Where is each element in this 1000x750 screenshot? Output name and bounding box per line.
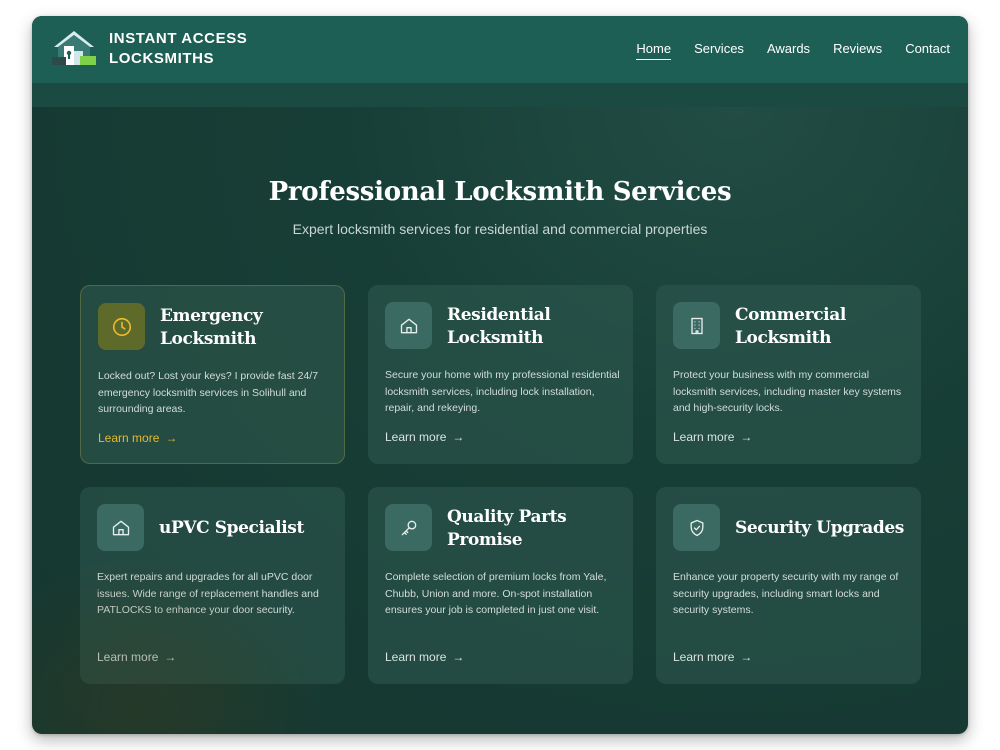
card-description: Locked out? Lost your keys? I provide fa… (98, 370, 319, 415)
card-icon-box (98, 303, 145, 350)
card-title: Commercial Locksmith (735, 305, 846, 348)
learn-more-link[interactable]: Learn more → (385, 649, 464, 665)
card-description: Secure your home with my professional re… (385, 369, 620, 414)
arrow-right-icon: → (740, 430, 753, 444)
card-description: Expert repairs and upgrades for all uPVC… (97, 571, 319, 616)
card-icon-box (673, 504, 720, 551)
card-icon-box (385, 302, 432, 349)
key-icon (401, 520, 416, 535)
card-icon-box (385, 504, 432, 551)
card-title: Security Upgrades (735, 518, 904, 538)
arrow-right-icon: → (164, 650, 177, 664)
building-icon (690, 317, 703, 334)
browser-viewport: INSTANT ACCESS LOCKSMITHS Home Services … (32, 16, 968, 734)
main-nav: Home Services Awards Reviews Contact (636, 40, 950, 60)
learn-more-link[interactable]: Learn more → (673, 429, 752, 445)
card-icon-box (97, 504, 144, 551)
page-title: Professional Locksmith Services (268, 177, 732, 207)
learn-more-label: Learn more (385, 430, 447, 444)
nav-contact[interactable]: Contact (905, 40, 950, 60)
brand-name-line1: INSTANT ACCESS (109, 30, 248, 47)
learn-more-label: Learn more (97, 650, 159, 664)
service-card-commercial[interactable]: Commercial Locksmith Protect your busine… (656, 285, 921, 464)
card-icon-box (673, 302, 720, 349)
learn-more-link[interactable]: Learn more → (673, 649, 752, 665)
learn-more-link[interactable]: Learn more → (98, 430, 177, 446)
top-navbar: INSTANT ACCESS LOCKSMITHS Home Services … (32, 16, 968, 83)
service-card-residential[interactable]: Residential Locksmith Secure your home w… (368, 285, 633, 464)
clock-icon (112, 317, 131, 336)
arrow-right-icon: → (452, 650, 465, 664)
learn-more-label: Learn more (673, 650, 735, 664)
house-icon (112, 520, 129, 535)
card-description: Complete selection of premium locks from… (385, 571, 607, 616)
learn-more-label: Learn more (98, 431, 160, 445)
brand-name-line2: LOCKSMITHS (109, 50, 215, 67)
card-title: Quality Parts Promise (447, 507, 567, 550)
arrow-right-icon: → (740, 650, 753, 664)
nav-reviews[interactable]: Reviews (833, 40, 882, 60)
service-card-security-upgrades[interactable]: Security Upgrades Enhance your property … (656, 487, 921, 684)
house-keyhole-logo-icon[interactable] (52, 29, 98, 67)
card-title: Residential Locksmith (447, 305, 551, 348)
card-description: Enhance your property security with my r… (673, 571, 899, 616)
service-card-emergency[interactable]: Emergency Locksmith Locked out? Lost you… (80, 285, 345, 464)
nav-services[interactable]: Services (694, 40, 744, 60)
card-title: Emergency Locksmith (160, 306, 263, 349)
arrow-right-icon: → (452, 430, 465, 444)
learn-more-link[interactable]: Learn more → (385, 429, 464, 445)
card-title: uPVC Specialist (159, 518, 304, 538)
nav-subbar (32, 83, 968, 107)
page-subtitle: Expert locksmith services for residentia… (292, 221, 708, 237)
card-description: Protect your business with my commercial… (673, 369, 902, 414)
arrow-right-icon: → (165, 431, 178, 445)
brand-name[interactable]: INSTANT ACCESS LOCKSMITHS (109, 29, 247, 69)
service-card-upvc[interactable]: uPVC Specialist Expert repairs and upgra… (80, 487, 345, 684)
service-card-quality-parts[interactable]: Quality Parts Promise Complete selection… (368, 487, 633, 684)
nav-awards[interactable]: Awards (767, 40, 810, 60)
house-icon (400, 318, 417, 333)
learn-more-label: Learn more (673, 430, 735, 444)
nav-home[interactable]: Home (636, 40, 672, 60)
learn-more-link[interactable]: Learn more → (97, 649, 176, 665)
learn-more-label: Learn more (385, 650, 447, 664)
shield-check-icon (690, 519, 703, 536)
